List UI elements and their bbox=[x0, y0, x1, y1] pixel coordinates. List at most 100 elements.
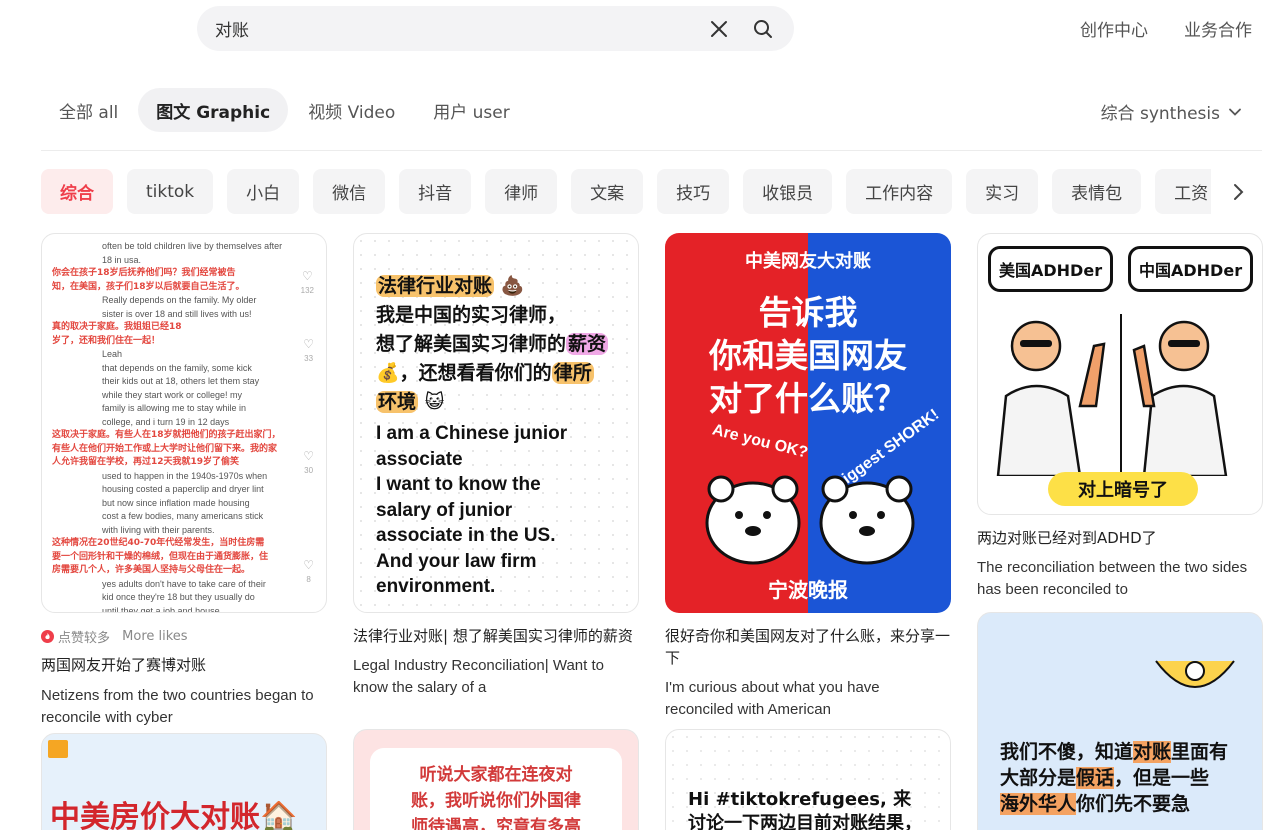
comment-like: ♡ 30 bbox=[303, 449, 314, 477]
people-illustration bbox=[996, 320, 1228, 476]
heart-icon: ♡ bbox=[303, 449, 314, 463]
comment-line: 这种情况在20世纪40-70年代经常发生，当时住房需 bbox=[52, 538, 265, 548]
note-title[interactable]: 法律行业对账| 想了解美国实习律师的薪资 bbox=[353, 625, 639, 647]
comment-line: often be told children live by themselve… bbox=[102, 241, 283, 251]
comment-line: housing costed a paperclip and dryer lin… bbox=[102, 484, 264, 494]
chip-synthesis[interactable]: 综合 bbox=[41, 169, 113, 214]
comment-line: family is allowing me to stay while in bbox=[102, 403, 247, 413]
tab-video[interactable]: 视频 Video bbox=[290, 88, 413, 132]
comment-line: Leah bbox=[102, 349, 123, 359]
comment-line: 房需要几个人，许多美国人坚持与父母住在一起。 bbox=[52, 565, 251, 575]
comment-line: 你会在孩子18岁后抚养他们吗？我们经常被告 bbox=[52, 268, 236, 278]
chip-skills[interactable]: 技巧 bbox=[657, 169, 730, 214]
heart-icon: ♡ bbox=[303, 337, 314, 351]
comment-line: 要一个回形针和干燥的棉绒，但现在由于通货膨胀，住 bbox=[52, 551, 269, 562]
content-type-tabs: 全部 all 图文 Graphic 视频 Video 用户 user bbox=[41, 88, 530, 132]
chip-job-content[interactable]: 工作内容 bbox=[846, 169, 953, 214]
comment-line: with living with their parents. bbox=[102, 524, 215, 535]
heart-icon: ♡ bbox=[301, 269, 313, 283]
note-card[interactable]: 听说大家都在连夜对 账，我听说你们外国律 师待遇高，究竟有多高 bbox=[353, 729, 639, 830]
chip-copywriting[interactable]: 文案 bbox=[571, 169, 644, 214]
comment-like: ♡ 132 bbox=[300, 269, 314, 297]
note-title-translation: The reconciliation between the two sides… bbox=[977, 559, 1248, 598]
note-card[interactable]: 中美房价大对账🏠 bbox=[41, 733, 327, 830]
chevron-down-icon bbox=[1229, 108, 1241, 116]
chip-douyin[interactable]: 抖音 bbox=[399, 169, 472, 214]
comment-line: 真的取决于家庭。我姐姐已经18 bbox=[52, 322, 182, 332]
creator-center-link[interactable]: 创作中心 bbox=[1080, 16, 1148, 41]
comment-line: kid once they're 18 but they usually do bbox=[102, 592, 255, 602]
chip-emoji[interactable]: 表情包 bbox=[1052, 169, 1142, 214]
likes-badge: 点赞较多 More likes bbox=[41, 627, 327, 646]
chip-internship[interactable]: 实习 bbox=[966, 169, 1039, 214]
heart-icon: ♡ bbox=[303, 558, 314, 572]
note-cover[interactable]: 我们不傻，知道对账里面有 大部分是假话，但是一些 海外华人你们先不要急 bbox=[977, 612, 1263, 830]
comment-line: Really depends on the family. My older bbox=[102, 295, 257, 305]
note-cover[interactable]: Hi #tiktokrefugees, 来 讨论一下两边目前对账结果， bbox=[665, 729, 951, 830]
comment-line: while they start work or college! my bbox=[102, 389, 243, 400]
like-count: 8 bbox=[306, 574, 311, 584]
comment-line: but now since inflation made housing bbox=[102, 497, 250, 508]
comment-line: 岁了，还和我们住在一起！ bbox=[52, 335, 161, 346]
note-card[interactable]: Hi #tiktokrefugees, 来 讨论一下两边目前对账结果， bbox=[665, 729, 951, 830]
note-title-translation: I'm curious about what you have reconcil… bbox=[665, 679, 880, 718]
note-title-translation: Netizens from the two countries began to… bbox=[41, 687, 314, 726]
comment-like: ♡ 8 bbox=[303, 558, 314, 586]
comment-line: cost a few bodies, many americans stick bbox=[102, 511, 264, 521]
comment-line: 18 in usa. bbox=[102, 254, 142, 265]
divider bbox=[41, 150, 1262, 151]
note-card[interactable]: 中美网友大对账 告诉我 你和美国网友 对了什么账？ Are you OK? bi… bbox=[665, 233, 951, 721]
chip-tiktok[interactable]: tiktok bbox=[127, 169, 214, 214]
chevron-right-icon bbox=[1234, 184, 1244, 200]
note-card[interactable]: 我们不傻，知道对账里面有 大部分是假话，但是一些 海外华人你们先不要急 bbox=[977, 612, 1263, 830]
sort-dropdown[interactable]: 综合 synthesis bbox=[1101, 99, 1242, 124]
note-title[interactable]: 两国网友开始了赛博对账 bbox=[41, 654, 327, 676]
like-count: 30 bbox=[304, 465, 314, 475]
chip-lawyer[interactable]: 律师 bbox=[485, 169, 558, 214]
like-count: 33 bbox=[304, 353, 314, 363]
note-cover[interactable]: 中美房价大对账🏠 bbox=[41, 733, 327, 830]
note-cover[interactable]: 中美网友大对账 告诉我 你和美国网友 对了什么账？ Are you OK? bi… bbox=[665, 233, 951, 613]
tab-all[interactable]: 全部 all bbox=[41, 88, 136, 132]
filter-chips: 综合 tiktok 小白 微信 抖音 律师 文案 技巧 收银员 工作内容 实习 … bbox=[41, 169, 1211, 215]
comment-line: that depends on the family, some kick bbox=[102, 362, 252, 373]
note-cover[interactable]: 美国ADHDer 中国ADHDer 对上暗号了 bbox=[977, 233, 1263, 515]
note-card[interactable]: often be told children live by themselve… bbox=[41, 233, 327, 729]
fire-icon bbox=[41, 630, 54, 643]
business-link[interactable]: 业务合作 bbox=[1184, 16, 1252, 41]
note-card[interactable]: 法律行业对账 💩 我是中国的实习律师， 想了解美国实习律师的 薪资 💰，还想看看你… bbox=[353, 233, 639, 699]
note-card[interactable]: 美国ADHDer 中国ADHDer 对上暗号了 两边对账已经对到ADHD了 Th… bbox=[977, 233, 1263, 601]
chip-cashier[interactable]: 收银员 bbox=[743, 169, 833, 214]
search-bar[interactable] bbox=[197, 6, 794, 51]
note-cover[interactable]: 听说大家都在连夜对 账，我听说你们外国律 师待遇高，究竟有多高 bbox=[353, 729, 639, 830]
note-title[interactable]: 两边对账已经对到ADHD了 bbox=[977, 527, 1263, 549]
tab-user[interactable]: 用户 user bbox=[415, 88, 527, 132]
chip-salary[interactable]: 工资 bbox=[1155, 169, 1211, 214]
comment-line: yes adults don't have to take care of th… bbox=[102, 578, 266, 589]
comment-line: college, and i turn 19 in 12 days bbox=[102, 416, 230, 427]
chips-next-button[interactable] bbox=[1226, 178, 1250, 206]
chip-beginner[interactable]: 小白 bbox=[227, 169, 300, 214]
chip-wechat[interactable]: 微信 bbox=[313, 169, 386, 214]
comment-line: sister is over 18 and still lives with u… bbox=[102, 308, 252, 319]
search-input[interactable] bbox=[215, 18, 690, 39]
comment-line: until they get a job and house bbox=[102, 605, 220, 613]
note-cover[interactable]: often be told children live by themselve… bbox=[41, 233, 327, 613]
top-links: 创作中心 业务合作 bbox=[1080, 16, 1252, 41]
bear-illustration bbox=[705, 475, 915, 565]
sort-label: 综合 synthesis bbox=[1100, 104, 1220, 124]
note-cover[interactable]: 法律行业对账 💩 我是中国的实习律师， 想了解美国实习律师的 薪资 💰，还想看看你… bbox=[353, 233, 639, 613]
logo-icon bbox=[48, 740, 68, 758]
tab-graphic[interactable]: 图文 Graphic bbox=[138, 88, 289, 132]
comment-line: used to happen in the 1940s-1970s when bbox=[102, 470, 268, 481]
note-title-translation: Legal Industry Reconciliation| Want to k… bbox=[353, 657, 604, 696]
comment-line: 这取决于家庭。有些人在18岁就把他们的孩子赶出家门， bbox=[52, 430, 281, 440]
note-title[interactable]: 很好奇你和美国网友对了什么账，来分享一下 bbox=[665, 625, 951, 669]
like-count: 132 bbox=[300, 285, 314, 295]
comment-line: 有些人在他们开始工作或上大学时让他们留下来。我的家 bbox=[52, 443, 278, 454]
search-icon[interactable] bbox=[748, 14, 778, 44]
comment-like: ♡ 33 bbox=[303, 337, 314, 365]
comment-line: their kids out at 18, others let them st… bbox=[102, 376, 260, 386]
cat-hammock-icon bbox=[1155, 660, 1235, 688]
clear-icon[interactable] bbox=[704, 14, 734, 44]
